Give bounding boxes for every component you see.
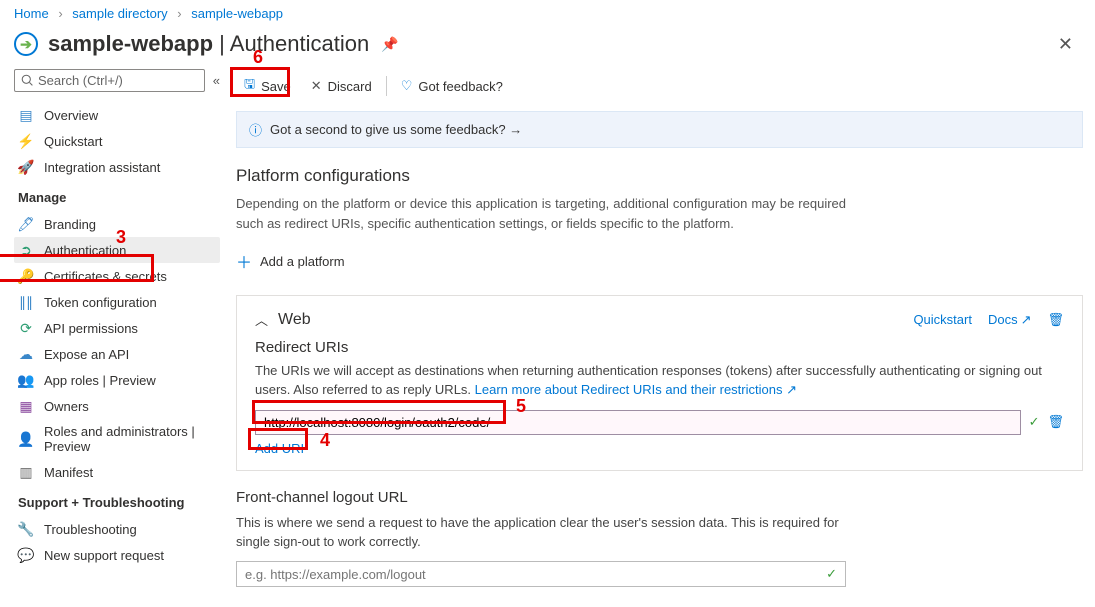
search-icon <box>21 74 34 87</box>
pin-icon[interactable]: 📌 <box>381 36 398 53</box>
page-header: ➔ sample-webapp | Authentication 📌 ✕ <box>0 27 1095 65</box>
cert-icon: 🔑 <box>18 268 34 284</box>
logout-url-input[interactable]: ✓ <box>236 561 846 587</box>
annotation-5: 5 <box>516 396 526 417</box>
redirect-uri-input[interactable] <box>255 410 1021 435</box>
info-icon: ⓘ <box>249 120 262 139</box>
nav-label: New support request <box>44 548 164 563</box>
close-icon[interactable]: ✕ <box>1058 34 1073 55</box>
annotation-6: 6 <box>253 47 263 68</box>
delete-uri-icon[interactable]: 🗑 <box>1047 414 1064 430</box>
nav-section-support: Support + Troubleshooting <box>14 485 220 516</box>
nav-label: Authentication <box>44 243 126 258</box>
nav-label: Roles and administrators | Preview <box>44 424 216 454</box>
breadcrumb-app[interactable]: sample-webapp <box>191 6 283 21</box>
add-uri-link[interactable]: Add URI <box>255 441 304 456</box>
main-content: 🖫 Save ✕ Discard ♡ Got feedback? ⓘ Got a… <box>230 65 1095 607</box>
support-icon: 💬 <box>18 547 34 563</box>
api-perm-icon: ⟳ <box>18 320 34 336</box>
docs-link[interactable]: Docs↗ <box>988 312 1032 328</box>
sidebar: Search (Ctrl+/) « ▤ Overview ⚡ Quickstart 🚀 I… <box>0 65 230 607</box>
chevron-up-icon[interactable]: ︿ <box>255 310 268 329</box>
redirect-uris-title: Redirect URIs <box>255 339 1064 356</box>
nav-api-perm[interactable]: ⟳ API permissions <box>14 315 220 341</box>
nav-rocket[interactable]: 🚀 Integration assistant <box>14 154 220 180</box>
nav-label: Owners <box>44 399 89 414</box>
nav-label: Overview <box>44 108 98 123</box>
troubleshoot-icon: 🔧 <box>18 521 34 537</box>
learn-more-link[interactable]: Learn more about Redirect URIs and their… <box>475 382 797 397</box>
roles-icon: 👥 <box>18 372 34 388</box>
toolbar: 🖫 Save ✕ Discard ♡ Got feedback? <box>236 65 1083 111</box>
nav-troubleshoot[interactable]: 🔧 Troubleshooting <box>14 516 220 542</box>
nav-owners[interactable]: ▦ Owners <box>14 393 220 419</box>
logout-title: Front-channel logout URL <box>236 489 846 506</box>
delete-platform-icon[interactable]: 🗑 <box>1047 312 1064 328</box>
nav-roles[interactable]: 👥 App roles | Preview <box>14 367 220 393</box>
nav-expose[interactable]: ☁ Expose an API <box>14 341 220 367</box>
branding-icon: 🖊 <box>18 216 34 232</box>
save-icon: 🖫 <box>244 75 255 97</box>
nav-label: App roles | Preview <box>44 373 156 388</box>
search-input[interactable]: Search (Ctrl+/) <box>14 69 205 92</box>
breadcrumb-home[interactable]: Home <box>14 6 49 21</box>
nav-label: Troubleshooting <box>44 522 137 537</box>
save-button[interactable]: 🖫 Save <box>236 71 299 101</box>
heart-icon: ♡ <box>401 78 413 94</box>
external-icon: ↗ <box>1021 312 1032 328</box>
app-icon: ➔ <box>14 32 38 56</box>
manifest-icon: ▥ <box>18 464 34 480</box>
web-card-title: Web <box>278 311 913 329</box>
nav-label: Manifest <box>44 465 93 480</box>
rocket-icon: 🚀 <box>18 159 34 175</box>
nav-manifest[interactable]: ▥ Manifest <box>14 459 220 485</box>
page-title: sample-webapp | Authentication <box>48 31 369 57</box>
add-platform-button[interactable]: ＋ Add a platform <box>236 243 1083 279</box>
breadcrumb: Home › sample directory › sample-webapp <box>0 0 1095 27</box>
overview-icon: ▤ <box>18 107 34 123</box>
discard-button[interactable]: ✕ Discard <box>303 74 380 98</box>
breadcrumb-dir[interactable]: sample directory <box>72 6 167 21</box>
nav-quickstart[interactable]: ⚡ Quickstart <box>14 128 220 154</box>
nav-label: Certificates & secrets <box>44 269 167 284</box>
nav-support[interactable]: 💬 New support request <box>14 542 220 568</box>
auth-icon: ➲ <box>18 242 34 258</box>
nav-label: Quickstart <box>44 134 103 149</box>
nav-label: Branding <box>44 217 96 232</box>
platform-config-desc: Depending on the platform or device this… <box>236 194 846 233</box>
nav-label: Expose an API <box>44 347 129 362</box>
expose-icon: ☁ <box>18 346 34 362</box>
feedback-button[interactable]: ♡ Got feedback? <box>393 74 511 98</box>
nav-section-manage: Manage <box>14 180 220 211</box>
admins-icon: 👤 <box>18 431 34 447</box>
annotation-4: 4 <box>320 430 330 451</box>
owners-icon: ▦ <box>18 398 34 414</box>
feedback-bar[interactable]: ⓘ Got a second to give us some feedback?… <box>236 111 1083 148</box>
nav-cert[interactable]: 🔑 Certificates & secrets <box>14 263 220 289</box>
token-icon: ∥∥ <box>18 294 34 310</box>
logout-desc: This is where we send a request to have … <box>236 514 846 552</box>
redirect-uris-desc: The URIs we will accept as destinations … <box>255 362 1064 400</box>
nav-label: API permissions <box>44 321 138 336</box>
platform-config-title: Platform configurations <box>236 166 846 186</box>
check-icon: ✓ <box>1029 414 1040 430</box>
nav-admins[interactable]: 👤 Roles and administrators | Preview <box>14 419 220 459</box>
quickstart-link[interactable]: Quickstart <box>913 312 972 327</box>
check-icon: ✓ <box>826 566 837 582</box>
quickstart-icon: ⚡ <box>18 133 34 149</box>
nav-label: Integration assistant <box>44 160 160 175</box>
annotation-3: 3 <box>116 227 126 248</box>
collapse-sidebar-icon[interactable]: « <box>213 73 220 88</box>
discard-icon: ✕ <box>311 78 322 94</box>
nav-token[interactable]: ∥∥ Token configuration <box>14 289 220 315</box>
nav-overview[interactable]: ▤ Overview <box>14 102 220 128</box>
web-platform-card: ︿ Web Quickstart Docs↗ 🗑 Redirect URIs T… <box>236 295 1083 471</box>
plus-icon: ＋ <box>236 249 252 273</box>
nav-label: Token configuration <box>44 295 157 310</box>
